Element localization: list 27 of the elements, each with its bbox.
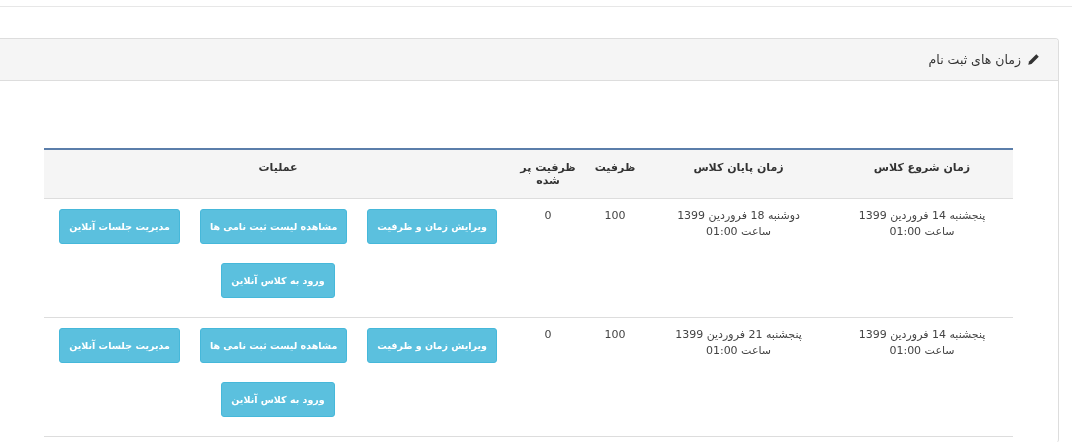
column-header: عملیات xyxy=(258,161,298,174)
column-header: ظرفیت xyxy=(594,161,636,174)
time-text: ساعت 01:00 xyxy=(704,343,773,359)
column-header: ظرفیت پر شده xyxy=(520,161,576,187)
column-header: زمان پایان کلاس xyxy=(693,161,784,174)
pencil-icon xyxy=(1027,53,1040,66)
panel-title: زمان های ثبت نام xyxy=(928,52,1021,67)
action-button[interactable]: مشاهده لیست ثبت نامی ها xyxy=(199,209,348,244)
table-cell-text: 0 xyxy=(543,327,553,343)
table-cell-text: 100 xyxy=(603,327,627,343)
action-button[interactable]: ویرایش زمان و ظرفیت xyxy=(367,328,497,363)
date-text: پنجشنبه 21 فروردین 1399 xyxy=(674,327,803,343)
date-text: پنجشنبه 14 فروردین 1399 xyxy=(857,327,987,343)
action-button[interactable]: ویرایش زمان و ظرفیت xyxy=(367,209,497,244)
time-text: ساعت 01:00 xyxy=(704,224,773,240)
action-button[interactable]: ورود به کلاس آنلاین xyxy=(221,382,335,417)
table-cell-text: 0 xyxy=(543,208,553,224)
column-header: زمان شروع کلاس xyxy=(873,161,971,174)
table-cell-text: 100 xyxy=(603,208,627,224)
date-text: دوشنبه 18 فروردین 1399 xyxy=(676,208,801,224)
action-button[interactable]: مدیریت جلسات آنلاین xyxy=(59,328,180,363)
action-button[interactable]: مدیریت جلسات آنلاین xyxy=(59,209,180,244)
time-text: ساعت 01:00 xyxy=(888,343,956,359)
action-button[interactable]: ورود به کلاس آنلاین xyxy=(221,263,335,298)
date-text: پنجشنبه 14 فروردین 1399 xyxy=(857,208,987,224)
time-text: ساعت 01:00 xyxy=(888,224,956,240)
action-button[interactable]: مشاهده لیست ثبت نامی ها xyxy=(199,328,348,363)
